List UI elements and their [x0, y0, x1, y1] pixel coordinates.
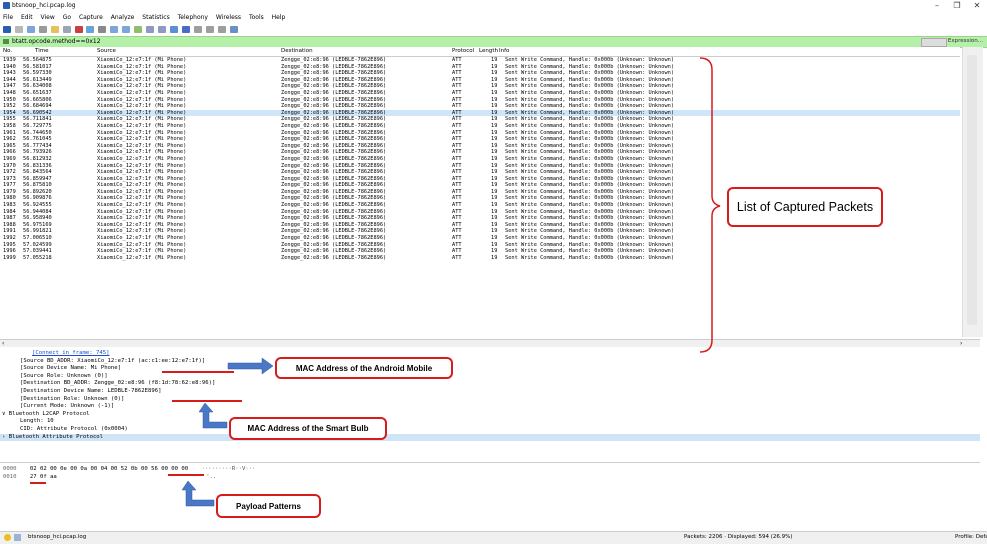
payload-underline-2	[30, 482, 46, 484]
bulb-mac-underline	[172, 400, 242, 402]
callout-payload: Payload Patterns	[216, 494, 321, 518]
bulb-mac-arrow	[198, 402, 228, 429]
captured-packets-bracket	[699, 57, 721, 353]
callout-bulb-mac: MAC Address of the Smart Bulb	[229, 417, 387, 440]
callout-captured-packets: List of Captured Packets	[727, 187, 883, 227]
callout-android-mac: MAC Address of the Android Mobile	[275, 357, 453, 379]
android-mac-arrow	[227, 357, 274, 375]
payload-arrow	[181, 480, 215, 507]
payload-underline-1	[168, 474, 204, 476]
annotation-overlay	[181, 57, 721, 507]
android-mac-underline	[162, 371, 234, 373]
